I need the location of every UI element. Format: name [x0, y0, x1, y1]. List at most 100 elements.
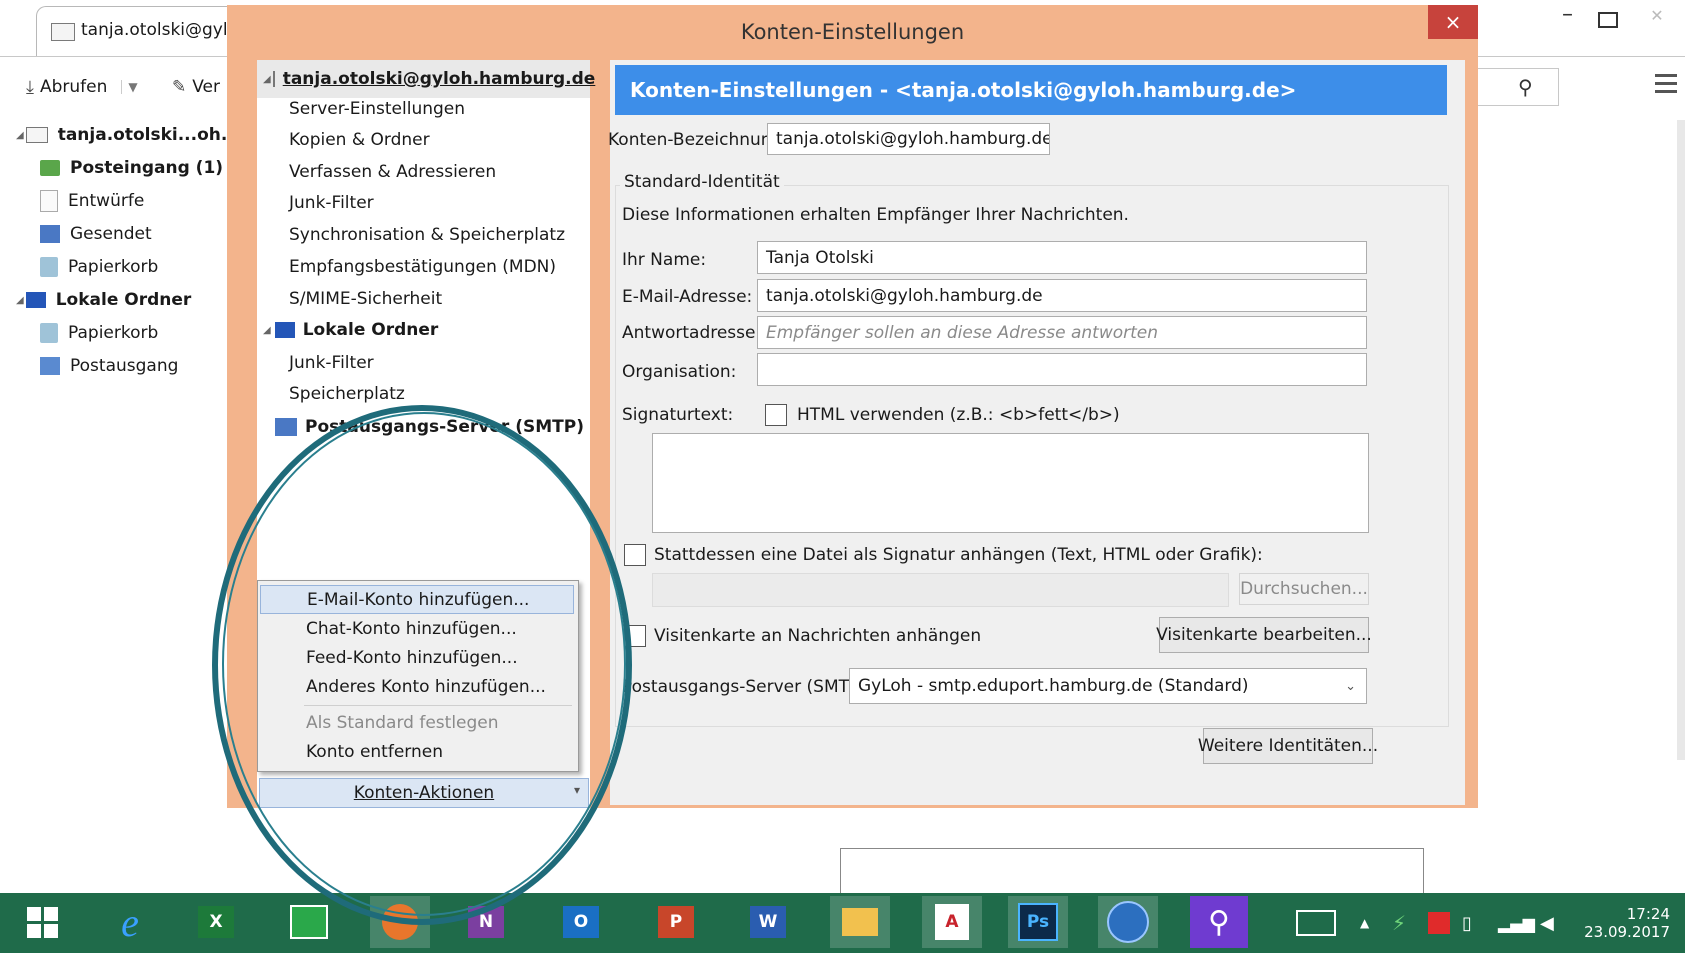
thunderbird-icon[interactable]	[1098, 896, 1158, 948]
folder-outbox[interactable]: Postausgang	[40, 351, 178, 381]
pencil-icon: ✎	[172, 77, 187, 97]
tree-compose-addressing[interactable]: Verfassen & Adressieren	[289, 157, 496, 187]
tree-local-junk[interactable]: Junk-Filter	[289, 348, 374, 378]
tree-receipts[interactable]: Empfangsbestätigungen (MDN)	[289, 252, 556, 282]
name-label: Ihr Name:	[622, 250, 707, 270]
scrollbar[interactable]	[1677, 120, 1685, 760]
folder-account[interactable]: ◢ tanja.otolski...oh.ha	[16, 120, 251, 150]
search-app-icon[interactable]: ⚲	[1190, 896, 1248, 948]
maximize-icon[interactable]	[1598, 12, 1618, 28]
folder-drafts[interactable]: Entwürfe	[40, 186, 144, 216]
folder-label: Papierkorb	[68, 257, 159, 277]
settings-header: Konten-Einstellungen - <tanja.otolski@gy…	[615, 65, 1447, 115]
folder-local[interactable]: ◢ Lokale Ordner	[16, 285, 191, 315]
folder-inbox[interactable]: Posteingang (1)	[40, 153, 223, 183]
excel-icon[interactable]: X	[190, 896, 242, 948]
file-explorer-icon[interactable]	[830, 896, 890, 948]
smtp-selected-value: GyLoh - smtp.eduport.hamburg.de (Standar…	[858, 676, 1249, 696]
compose-label: Ver	[192, 77, 221, 97]
tab-title: tanja.otolski@gyl	[81, 20, 228, 40]
browse-button[interactable]: Durchsuchen...	[1239, 573, 1369, 605]
clock[interactable]: 17:24 23.09.2017	[1584, 893, 1670, 953]
expand-triangle-icon: ◢	[16, 294, 24, 306]
volume-tray-icon[interactable]: ◀	[1540, 893, 1554, 953]
signature-label: Signaturtext:	[622, 405, 734, 425]
reply-to-placeholder: Empfänger sollen an diese Adresse antwor…	[766, 322, 1159, 343]
download-icon: ⤓	[26, 76, 34, 98]
smtp-select[interactable]: GyLoh - smtp.eduport.hamburg.de (Standar…	[849, 668, 1367, 704]
search-field[interactable]: ⚲	[1478, 68, 1559, 106]
acrobat-icon[interactable]: A	[922, 896, 982, 948]
more-identities-button[interactable]: Weitere Identitäten...	[1198, 728, 1378, 764]
minimize-icon[interactable]: –	[1562, 2, 1592, 32]
trash-icon	[40, 323, 58, 343]
folder-sent[interactable]: Gesendet	[40, 219, 152, 249]
window-close-icon[interactable]: ✕	[1632, 6, 1682, 32]
powerpoint-icon[interactable]: P	[650, 896, 702, 948]
antivirus-tray-icon[interactable]	[1428, 893, 1450, 953]
compose-button[interactable]: ✎ Ver	[172, 72, 220, 102]
tree-local-folders[interactable]: ◢ Lokale Ordner	[263, 315, 438, 345]
folder-trash[interactable]: Papierkorb	[40, 252, 158, 282]
name-field[interactable]: Tanja Otolski	[757, 241, 1367, 274]
local-folders-icon	[274, 322, 295, 338]
dialog-close-button[interactable]: ×	[1428, 5, 1478, 39]
account-icon	[25, 127, 48, 143]
folder-label: Lokale Ordner	[55, 290, 192, 310]
tree-account-row[interactable]: ◢ tanja.otolski@gyloh.hamburg.de	[257, 60, 595, 98]
account-name-label: Konten-Bezeichnung:	[608, 130, 789, 150]
windows-start-icon[interactable]	[16, 896, 68, 948]
folder-label: tanja.otolski...oh.ha	[57, 125, 251, 145]
email-field[interactable]: tanja.otolski@gyloh.hamburg.de	[757, 279, 1367, 312]
outlook-icon[interactable]: O	[555, 896, 607, 948]
inbox-icon	[40, 160, 60, 176]
tree-sync-storage[interactable]: Synchronisation & Speicherplatz	[289, 220, 565, 250]
clock-date: 23.09.2017	[1584, 923, 1670, 941]
drafts-icon	[40, 190, 58, 212]
signature-textarea[interactable]	[652, 433, 1369, 533]
tree-smime[interactable]: S/MIME-Sicherheit	[289, 284, 442, 314]
identity-description: Diese Informationen erhalten Empfänger I…	[622, 205, 1129, 225]
trash-icon	[40, 257, 58, 277]
local-folders-icon	[25, 292, 46, 308]
file-signature-label: Stattdessen eine Datei als Signatur anhä…	[654, 545, 1263, 565]
folder-label: Papierkorb	[68, 323, 159, 343]
word-icon[interactable]: W	[742, 896, 794, 948]
store-icon[interactable]	[283, 896, 335, 948]
html-signature-checkbox[interactable]	[765, 404, 787, 426]
outbox-icon	[40, 357, 60, 375]
file-signature-checkbox[interactable]	[624, 544, 646, 566]
tree-copies-folders[interactable]: Kopien & Ordner	[289, 125, 430, 155]
expand-triangle-icon: ◢	[263, 73, 271, 85]
vcard-label: Visitenkarte an Nachrichten anhängen	[654, 626, 982, 646]
tray-expand-icon[interactable]: ▲	[1360, 893, 1369, 953]
hamburger-menu-icon[interactable]	[1655, 74, 1677, 94]
main-tab[interactable]: tanja.otolski@gyl	[36, 6, 238, 57]
account-name-field[interactable]: tanja.otolski@gyloh.hamburg.de	[767, 123, 1050, 155]
folder-local-trash[interactable]: Papierkorb	[40, 318, 158, 348]
fetch-button[interactable]: ⤓ Abrufen ▼	[26, 72, 138, 102]
annotation-circle-inner	[222, 412, 626, 916]
reply-to-field[interactable]: Empfänger sollen an diese Adresse antwor…	[757, 316, 1367, 349]
keyboard-icon[interactable]	[1296, 893, 1336, 953]
folder-label: Gesendet	[70, 224, 152, 244]
fetch-dropdown-icon[interactable]: ▼	[121, 80, 138, 94]
signature-file-path[interactable]	[652, 573, 1229, 607]
folder-label: Entwürfe	[68, 191, 145, 211]
vcard-edit-button[interactable]: Visitenkarte bearbeiten...	[1156, 617, 1372, 653]
network-tray-icon[interactable]: ⚡	[1392, 893, 1406, 953]
folder-label: Posteingang (1)	[70, 158, 224, 178]
organization-field[interactable]	[757, 353, 1367, 386]
clock-time: 17:24	[1626, 905, 1670, 923]
html-signature-label: HTML verwenden (z.B.: <b>fett</b>)	[797, 405, 1120, 425]
search-icon[interactable]: ⚲	[1518, 75, 1533, 99]
battery-tray-icon[interactable]: ▯	[1462, 893, 1472, 953]
signal-tray-icon[interactable]: ▂▄▆	[1498, 893, 1535, 953]
expand-triangle-icon: ◢	[263, 324, 271, 336]
tree-junk-filter[interactable]: Junk-Filter	[289, 188, 374, 218]
photoshop-icon[interactable]: Ps	[1008, 896, 1068, 948]
organization-label: Organisation:	[622, 362, 737, 382]
tree-server-settings[interactable]: Server-Einstellungen	[289, 94, 465, 124]
tree-local-storage[interactable]: Speicherplatz	[289, 379, 405, 409]
internet-explorer-icon[interactable]: e	[104, 896, 156, 948]
